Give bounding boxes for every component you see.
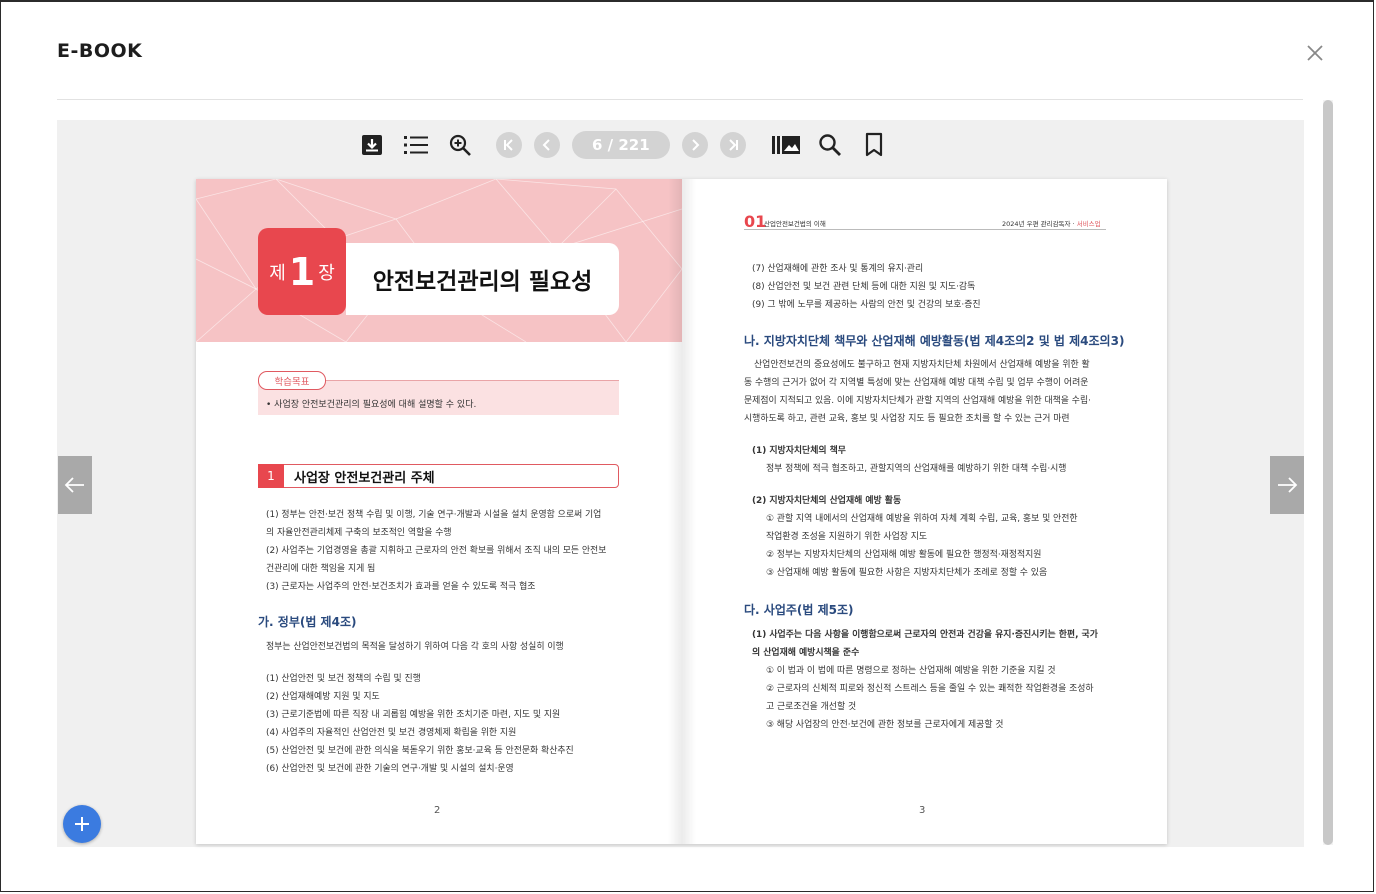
scrollbar-thumb[interactable] xyxy=(1323,100,1333,845)
toc-button[interactable] xyxy=(394,126,438,164)
paragraph-line: 동 수행의 근거가 없어 각 지역별 특성에 맞는 산업재해 예방 대책 수립 … xyxy=(744,378,1089,388)
learning-goal-text: • 사업장 안전보건관리의 필요성에 대해 설명할 수 있다. xyxy=(266,400,477,410)
left-page: 제 1 장 안전보건관리의 필요성 • 사업장 안전보건관리의 필요성에 대해 … xyxy=(196,179,682,844)
prev-page-button[interactable] xyxy=(534,132,560,158)
subsection-intro: 정부는 산업안전보건법의 목적을 달성하기 위하여 다음 각 호의 사항 성실히… xyxy=(266,642,564,652)
arrow-left-icon xyxy=(64,477,84,493)
list-item: (5) 산업안전 및 보건에 관한 의식을 북돋우기 위한 홍보·교육 등 안전… xyxy=(266,746,574,756)
first-page-button[interactable] xyxy=(496,132,522,158)
plus-icon xyxy=(75,817,89,831)
page-gutter-shadow xyxy=(668,179,682,844)
page-indicator[interactable]: 6 / 221 xyxy=(572,131,670,159)
right-page: 01 산업안전보건법의 이해 2024년 우편 관리감독자 · 서비스업 (7)… xyxy=(682,179,1167,844)
thumbnails-icon xyxy=(771,136,800,154)
first-page-icon xyxy=(504,139,513,151)
page-number: 3 xyxy=(919,805,926,816)
list-item: (1) 산업안전 및 보건 정책의 수립 및 진행 xyxy=(266,674,421,684)
item-heading: (1) 사업주는 다음 사항을 이행함으로써 근로자의 안전과 건강을 유지·증… xyxy=(752,630,1098,640)
list-item: ① 이 법과 이 법에 따른 명령으로 정하는 산업재해 예방을 위한 기준을 … xyxy=(766,666,1056,676)
paragraph-line: 의 자율안전관리체제 구축의 보조적인 역할을 수행 xyxy=(266,528,452,538)
list-item: (8) 산업안전 및 보건 관련 단체 등에 대한 지원 및 지도·감독 xyxy=(752,282,976,292)
chapter-banner: 제 1 장 안전보건관리의 필요성 xyxy=(196,179,682,342)
toc-list-icon xyxy=(404,136,428,154)
subsection-title: 가. 정부(법 제4조) xyxy=(258,615,357,629)
item-heading: 의 산업재해 예방시책을 준수 xyxy=(752,648,860,658)
chapter-number-badge: 제 1 장 xyxy=(258,228,346,315)
header-chapter-title: 산업안전보건법의 이해 xyxy=(764,220,826,228)
paragraph-line: 시행하도록 하고, 관련 교육, 홍보 및 사업장 지도 등 필요한 조치를 할… xyxy=(744,414,1070,424)
last-page-icon xyxy=(728,139,738,151)
list-item: (9) 그 밖에 노무를 제공하는 사람의 안전 및 건강의 보호·증진 xyxy=(752,300,981,310)
chapter-suffix: 장 xyxy=(318,262,335,284)
list-item: (2) 산업재해예방 지원 및 지도 xyxy=(266,692,380,702)
list-item: 고 근로조건을 개선할 것 xyxy=(766,702,857,712)
next-page-button[interactable] xyxy=(681,132,708,158)
modal-title: E-BOOK xyxy=(57,40,143,62)
paragraph-line: (1) 정부는 안전·보건 정책 수립 및 이행, 기술 연구·개발과 시설을 … xyxy=(266,510,602,520)
prev-spread-button[interactable] xyxy=(58,456,92,514)
chapter-title: 안전보건관리의 필요성 xyxy=(346,243,619,315)
list-item: ② 근로자의 신체적 피로와 정신적 스트레스 등을 줄일 수 있는 쾌적한 작… xyxy=(766,684,1094,694)
item-text: 정부 정책에 적극 협조하고, 관할지역의 산업재해를 예방하기 위한 대책 수… xyxy=(766,464,1067,474)
list-item: (7) 산업재해에 관한 조사 및 통계의 유지·관리 xyxy=(752,264,924,274)
last-page-button[interactable] xyxy=(719,132,746,158)
modal-scrollbar[interactable] xyxy=(1323,100,1333,845)
floating-add-button[interactable] xyxy=(63,805,101,843)
close-icon xyxy=(1307,45,1323,61)
chapter-prefix: 제 xyxy=(269,262,286,284)
list-item: 작업환경 조성을 지원하기 위한 사업장 지도 xyxy=(766,532,928,542)
item-heading: (2) 지방자치단체의 산업재해 예방 활동 xyxy=(752,496,902,506)
header-book-category: 서비스업 xyxy=(1076,220,1101,228)
paragraph-line: (2) 사업주는 기업경영을 총괄 지휘하고 근로자의 안전 확보를 위해서 조… xyxy=(266,546,607,556)
header-divider xyxy=(57,99,1303,100)
header-book-title: 2024년 우편 관리감독자 · 서비스업 xyxy=(1002,218,1101,228)
page-gutter-shadow xyxy=(682,179,696,844)
learning-goal-tab: 학습목표 xyxy=(258,371,326,390)
list-item: ③ 산업재해 예방 활동에 필요한 사항은 지방자치단체가 조례로 정할 수 있… xyxy=(766,568,1048,578)
bookmark-icon xyxy=(865,132,882,157)
page-number: 2 xyxy=(434,805,441,816)
subsection-title: 나. 지방자치단체 책무와 산업재해 예방활동(법 제4조의2 및 법 제4조의… xyxy=(744,334,1125,348)
header-book-name: 2024년 우편 관리감독자 · xyxy=(1002,220,1077,228)
zoom-in-button[interactable] xyxy=(438,126,482,164)
paragraph-line: 산업안전보건의 중요성에도 불구하고 현재 지방자치단체 차원에서 산업재해 예… xyxy=(754,360,1090,370)
next-spread-button[interactable] xyxy=(1270,456,1304,514)
download-icon xyxy=(362,135,382,155)
list-item: ① 관할 지역 내에서의 산업재해 예방을 위하여 자체 계획 수립, 교육, … xyxy=(766,514,1078,524)
download-button[interactable] xyxy=(350,126,394,164)
item-heading: (1) 지방자치단체의 책무 xyxy=(752,446,846,456)
section-number: 1 xyxy=(258,463,284,488)
list-item: ② 정부는 지방자치단체의 산업재해 예방 활동에 필요한 행정적·재정적지원 xyxy=(766,550,1042,560)
thumbnails-button[interactable] xyxy=(764,126,808,164)
arrow-right-icon xyxy=(1278,477,1298,493)
search-icon xyxy=(818,134,841,156)
paragraph-line: 건관리에 대한 책임을 지게 됨 xyxy=(266,564,376,574)
paragraph-line: (3) 근로자는 사업주의 안전·보건조치가 효과를 얻을 수 있도록 적극 협… xyxy=(266,582,536,592)
bookmark-button[interactable] xyxy=(852,126,896,164)
book-spread: 제 1 장 안전보건관리의 필요성 • 사업장 안전보건관리의 필요성에 대해 … xyxy=(196,179,1167,844)
section-heading: 1 사업장 안전보건관리 주체 xyxy=(258,463,619,488)
paragraph-line: 문제점이 지적되고 있음. 이에 지방자치단체가 관할 지역의 산업재해 예방을… xyxy=(744,396,1091,406)
chapter-number: 1 xyxy=(288,249,316,294)
list-item: (4) 사업주의 자율적인 산업안전 및 보건 경영체제 확립을 위한 지원 xyxy=(266,728,517,738)
viewer-toolbar: 6 / 221 xyxy=(350,126,896,164)
search-button[interactable] xyxy=(808,126,852,164)
list-item: ③ 해당 사업장의 안전·보건에 관한 정보를 근로자에게 제공할 것 xyxy=(766,720,1004,730)
section-title: 사업장 안전보건관리 주체 xyxy=(294,470,435,486)
zoom-in-icon xyxy=(449,134,471,156)
header-rule xyxy=(744,229,1106,230)
list-item: (3) 근로기준법에 따른 직장 내 괴롭힘 예방을 위한 조치기준 마련, 지… xyxy=(266,710,561,720)
close-button[interactable] xyxy=(1300,38,1330,68)
subsection-title: 다. 사업주(법 제5조) xyxy=(744,603,854,617)
prev-page-icon xyxy=(542,139,550,151)
next-page-icon xyxy=(691,139,700,151)
list-item: (6) 산업안전 및 보건에 관한 기술의 연구·개발 및 시설의 설치·운영 xyxy=(266,764,514,774)
